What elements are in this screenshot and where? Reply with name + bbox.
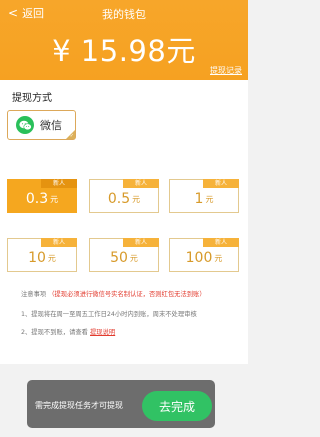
amount-value: 50 — [110, 250, 128, 266]
amount-option-0-5[interactable]: 0.5 元 新人 — [89, 179, 159, 213]
amount-option-0-3[interactable]: 0.3 元 新人 — [7, 179, 77, 213]
notes-label: 注意事项 — [21, 291, 47, 298]
withdraw-instructions-link[interactable]: 提现说明 — [90, 329, 115, 336]
amount-unit: 元 — [129, 254, 138, 263]
withdraw-record-link[interactable]: 提现记录 — [210, 65, 242, 76]
newbie-tag: 新人 — [123, 179, 159, 188]
warning-close-paren: ） — [199, 291, 206, 298]
balance-amount: ¥ 15.98元 — [52, 34, 196, 68]
amount-value: 100 — [185, 250, 213, 266]
method-section-title: 提现方式 — [12, 93, 52, 104]
amount-option-10[interactable]: 10 元 新人 — [7, 238, 77, 272]
amount-value: 0.3 — [25, 191, 49, 207]
newbie-tag: 新人 — [123, 238, 159, 247]
newbie-tag: 新人 — [203, 179, 239, 188]
amount-option-1[interactable]: 1 元 新人 — [169, 179, 239, 213]
wechat-label: 微信 — [40, 119, 62, 132]
amount-value: 1 — [194, 191, 204, 207]
go-complete-button[interactable]: 去完成 — [142, 391, 212, 421]
amount-unit: 元 — [132, 195, 141, 204]
wechat-method-option[interactable]: 微信 ✓ — [7, 110, 76, 140]
page-title: 我的钱包 — [102, 8, 146, 21]
amount-unit: 元 — [50, 195, 59, 204]
amount-value: 0.5 — [107, 191, 131, 207]
notes-warning-line: 注意事项 （提现必须进行微信号实名制认证，否则红包无法到账） — [21, 289, 206, 298]
amount-unit: 元 — [47, 254, 56, 263]
check-icon: ✓ — [69, 133, 74, 139]
wechat-icon — [16, 116, 34, 134]
amount-option-50[interactable]: 50 元 新人 — [89, 238, 159, 272]
note-line-1: 1、提现将在周一至周五工作日24小时内到账，周末不处理审核 — [21, 311, 197, 318]
notes-highlight: 提现必须进行微信号实名制认证，否则红包无法到账 — [54, 291, 200, 298]
amount-unit: 元 — [205, 195, 214, 204]
withdraw-task-prompt: 需完成提现任务才可提现 — [35, 401, 123, 410]
note-line-2-text: 2、提现不到账，请查看 — [21, 329, 88, 336]
newbie-tag: 新人 — [41, 238, 77, 247]
newbie-tag: 新人 — [203, 238, 239, 247]
newbie-tag: 新人 — [41, 179, 77, 188]
amount-unit: 元 — [214, 254, 223, 263]
notes-section: 注意事项 （提现必须进行微信号实名制认证，否则红包无法到账） 1、提现将在周一至… — [0, 284, 248, 364]
note-line-2: 2、提现不到账，请查看 提现说明 — [21, 327, 115, 336]
amount-value: 10 — [28, 250, 46, 266]
amount-option-100[interactable]: 100 元 新人 — [169, 238, 239, 272]
